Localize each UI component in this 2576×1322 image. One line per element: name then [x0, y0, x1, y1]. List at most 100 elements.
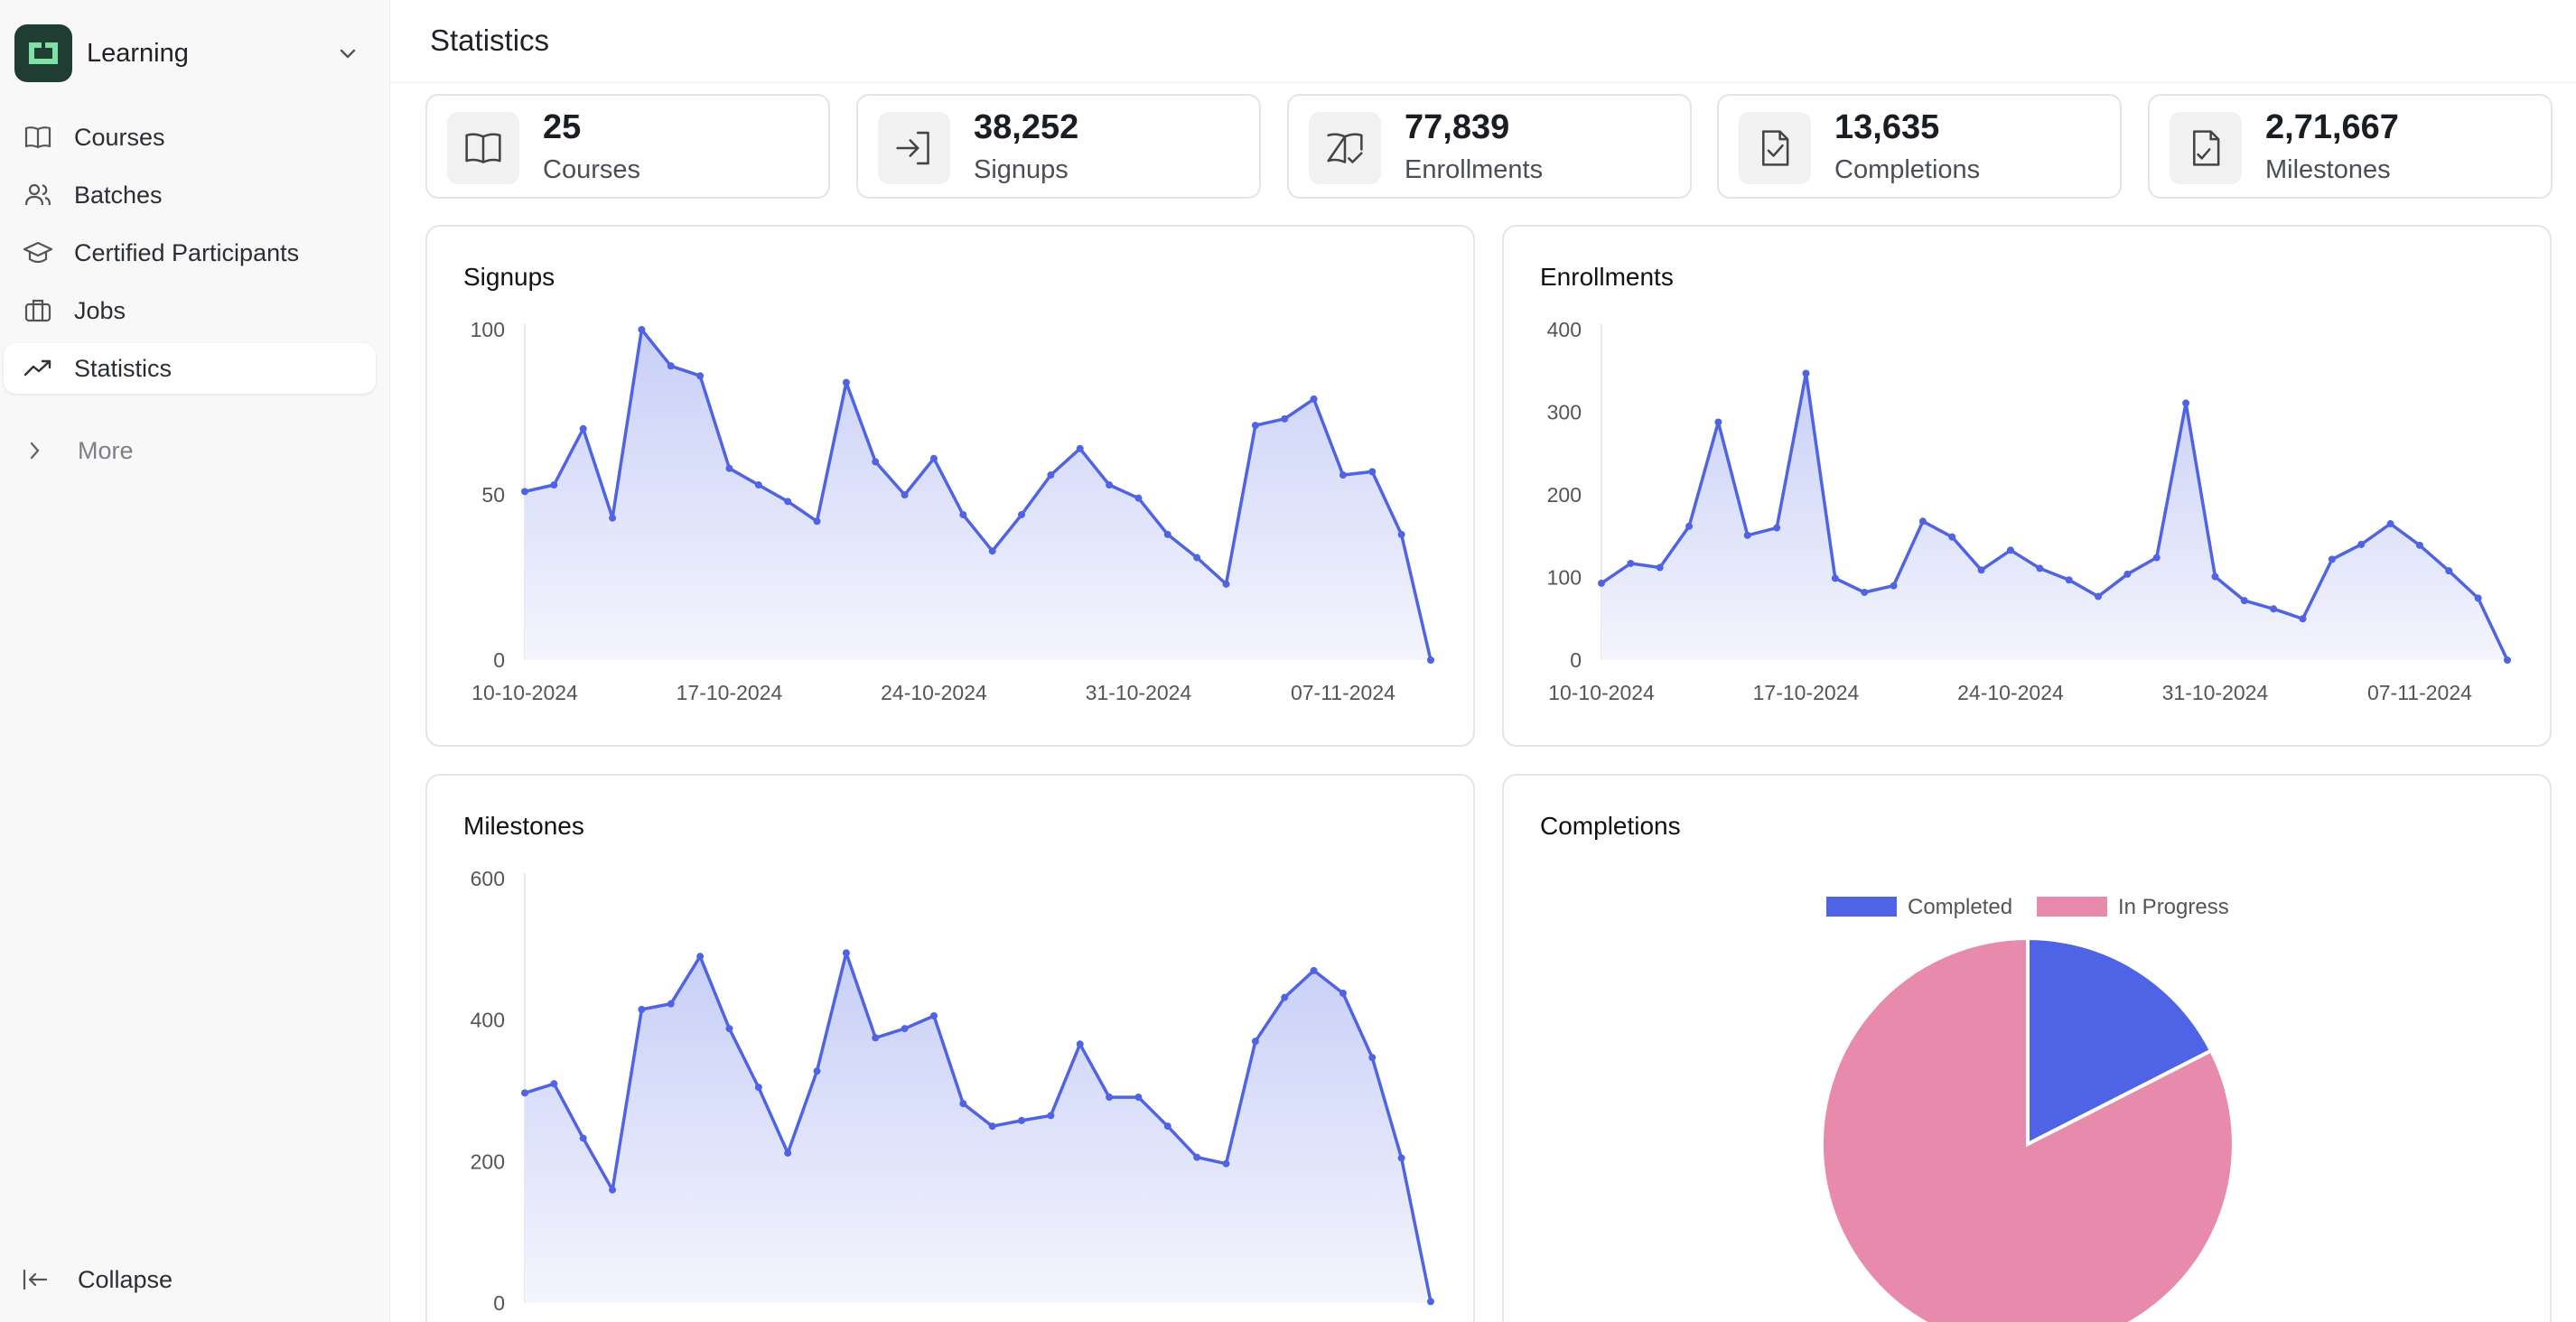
- series-area: [525, 330, 1431, 660]
- chevron-right-icon: [30, 442, 40, 460]
- page-title: Statistics: [430, 23, 550, 57]
- stat-value: 2,71,667: [2265, 108, 2399, 146]
- data-point: [2504, 656, 2511, 664]
- data-point: [1427, 1298, 1434, 1306]
- signups-chart-card: Signups 0 50 100 10-10-2024 17-10-2024 24-10-…: [425, 225, 1475, 747]
- data-point: [1281, 414, 1289, 423]
- data-point: [959, 510, 967, 518]
- data-point: [1685, 522, 1694, 530]
- data-point: [872, 458, 880, 466]
- data-point: [1368, 468, 1377, 476]
- data-point: [1802, 369, 1810, 377]
- learning-logo: [14, 24, 72, 82]
- stat-card-signups: 38,252 Signups: [856, 94, 1261, 199]
- data-point: [2386, 520, 2394, 528]
- data-point: [1339, 471, 1347, 479]
- milestones-chart-card: Milestones 0 200 400 600: [425, 774, 1475, 1322]
- data-point: [579, 424, 587, 433]
- sidebar-item-batches[interactable]: Batches: [4, 170, 376, 220]
- data-point: [813, 517, 821, 526]
- y-tick-label: 0: [493, 648, 505, 672]
- data-point: [2006, 546, 2014, 554]
- graduation-cap-icon: [20, 235, 56, 271]
- sidebar-item-label: Certified Participants: [74, 238, 300, 266]
- data-point: [1656, 563, 1664, 572]
- collapse-sidebar-button[interactable]: Collapse: [20, 1264, 173, 1295]
- data-point: [1047, 471, 1055, 479]
- data-point: [929, 1011, 938, 1019]
- page-header: Statistics: [390, 0, 2576, 83]
- y-tick-label: 300: [1547, 401, 1582, 424]
- data-point: [2065, 576, 2073, 584]
- data-point: [1163, 530, 1171, 538]
- data-point: [1106, 1094, 1114, 1102]
- stat-card-courses: 25 Courses: [425, 94, 830, 199]
- data-point: [1251, 1038, 1259, 1046]
- chevron-down-icon: [340, 49, 356, 59]
- data-point: [813, 1067, 821, 1075]
- x-tick-label: 10-10-2024: [471, 681, 578, 704]
- data-point: [1222, 580, 1230, 588]
- data-point: [1627, 559, 1635, 567]
- data-point: [609, 1186, 617, 1194]
- users-icon: [20, 177, 56, 213]
- workspace-switcher[interactable]: Learning: [14, 23, 361, 83]
- legend-label: Completed: [1908, 895, 2012, 919]
- data-point: [1977, 566, 1985, 574]
- sign-in-icon: [878, 112, 950, 184]
- y-tick-label: 100: [1547, 566, 1582, 590]
- enrollments-line-chart: 0 100 200 300 400 10-10-2024 17-10-2024 24-10-2…: [1547, 318, 2511, 704]
- signups-line-chart: 0 50 100 10-10-2024 17-10-2024 24-10-2024 31-1…: [471, 318, 1434, 704]
- sidebar-nav: Courses Batches Certified Participants J…: [0, 112, 390, 401]
- more-toggle[interactable]: More: [20, 435, 134, 466]
- data-point: [1397, 1154, 1405, 1162]
- y-tick-label: 400: [471, 1009, 505, 1032]
- trending-up-icon: [20, 350, 56, 386]
- data-point: [872, 1034, 880, 1042]
- data-point: [579, 1134, 587, 1142]
- data-point: [667, 1000, 675, 1008]
- data-point: [550, 1080, 558, 1088]
- data-point: [1714, 418, 1722, 426]
- sidebar-item-label: Batches: [74, 181, 163, 209]
- data-point: [2211, 573, 2219, 581]
- data-point: [2415, 541, 2423, 549]
- legend-label: In Progress: [2118, 895, 2229, 919]
- book-icon: [20, 119, 56, 155]
- enrollments-chart-card: Enrollments 0 100 200 300 400 10-10-2024 17-10…: [1502, 225, 2552, 747]
- sidebar-item-certified-participants[interactable]: Certified Participants: [4, 228, 376, 278]
- data-point: [754, 481, 762, 489]
- data-point: [1310, 395, 1318, 403]
- stat-card-milestones: 2,71,667 Milestones: [2148, 94, 2553, 199]
- data-point: [1134, 1094, 1143, 1102]
- workspace-name: Learning: [87, 38, 189, 68]
- data-point: [1018, 1116, 1026, 1124]
- data-point: [1047, 1112, 1055, 1120]
- data-point: [901, 491, 909, 498]
- data-point: [1251, 422, 1259, 430]
- data-point: [1163, 1122, 1171, 1131]
- data-point: [754, 1084, 762, 1092]
- y-tick-label: 100: [471, 318, 505, 341]
- data-point: [1773, 524, 1781, 532]
- more-label: More: [78, 436, 134, 464]
- data-point: [988, 547, 996, 555]
- stat-value: 25: [543, 108, 582, 146]
- data-point: [1281, 993, 1289, 1001]
- data-point: [725, 464, 733, 472]
- completions-pie-chart: Completed In Progress: [1820, 895, 2235, 1322]
- stat-card-completions: 13,635 Completions: [1717, 94, 2122, 199]
- sidebar-item-statistics[interactable]: Statistics: [4, 343, 376, 394]
- briefcase-icon: [20, 293, 56, 329]
- sidebar-item-courses[interactable]: Courses: [4, 112, 376, 163]
- data-point: [1861, 588, 1869, 596]
- collapse-icon: [23, 1269, 48, 1290]
- data-point: [1310, 966, 1318, 974]
- x-tick-label: 31-10-2024: [2162, 681, 2269, 704]
- x-tick-label: 31-10-2024: [1086, 681, 1192, 704]
- sidebar-item-jobs[interactable]: Jobs: [4, 285, 376, 336]
- data-point: [784, 498, 792, 506]
- data-point: [988, 1122, 996, 1131]
- data-point: [2474, 594, 2482, 602]
- data-point: [2095, 592, 2103, 600]
